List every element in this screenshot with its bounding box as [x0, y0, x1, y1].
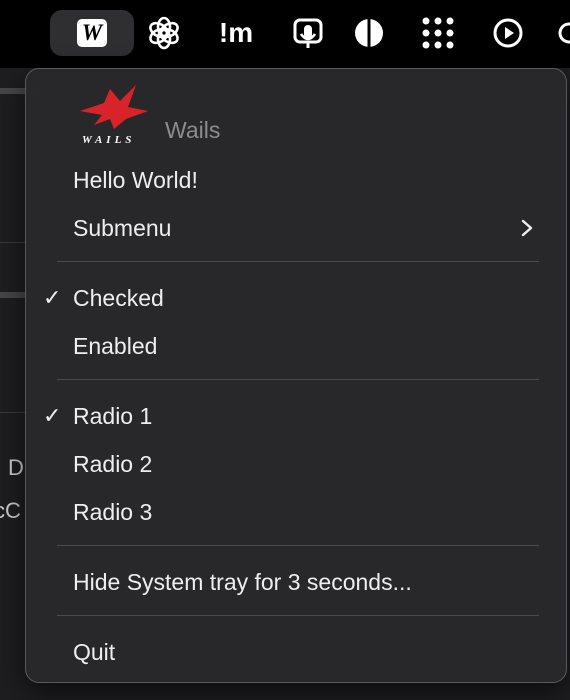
bg-text: cC [0, 498, 21, 523]
app-header: WAILS Wails [76, 81, 376, 147]
menu-item-label: Checked [73, 284, 164, 311]
overflow-icon-svg [558, 22, 570, 44]
grid-dots-icon-svg [422, 17, 454, 49]
grid-dots-icon[interactable] [415, 10, 461, 56]
menu-item-radio-3[interactable]: Radio 3 [26, 490, 566, 534]
voice-memo-icon-svg [293, 18, 323, 48]
menu-item-label: Radio 3 [73, 498, 153, 525]
menu-item-radio-1[interactable]: ✓ Radio 1 [26, 394, 566, 438]
tray-menu: WAILS Wails Hello World! Submenu ✓ Check… [25, 68, 567, 683]
menu-item-label: Quit [73, 638, 116, 665]
menu-separator [57, 615, 539, 616]
menu-separator [57, 261, 539, 262]
openai-icon-svg [149, 16, 179, 50]
menu-item-label: Radio 1 [73, 402, 153, 429]
menu-item-radio-2[interactable]: Radio 2 [26, 442, 566, 486]
checkmark-icon: ✓ [43, 285, 62, 310]
openai-icon[interactable] [141, 10, 187, 56]
menu-item-enabled[interactable]: Enabled [26, 324, 566, 368]
play-circle-icon[interactable] [485, 10, 531, 56]
menu-item-hello-world[interactable]: Hello World! [26, 158, 566, 202]
voice-memo-icon[interactable] [285, 10, 331, 56]
app-name: Wails [165, 117, 221, 143]
menu-separator [57, 379, 539, 380]
play-circle-icon-svg [493, 18, 523, 48]
menu-item-label: Hide System tray for 3 seconds... [73, 568, 412, 595]
contrast-icon-svg [355, 18, 383, 48]
menu-bar: W !m [0, 0, 570, 68]
menu-item-checked[interactable]: ✓ Checked [26, 276, 566, 320]
wails-tray-icon[interactable]: W [50, 10, 134, 56]
im-icon[interactable]: !m [212, 10, 260, 56]
menu-item-hide-tray[interactable]: Hide System tray for 3 seconds... [26, 560, 566, 604]
im-icon-label: !m [218, 17, 254, 48]
wails-badge: W [77, 19, 107, 47]
menu-separator [57, 545, 539, 546]
menu-item-label: Radio 2 [73, 450, 153, 477]
chevron-right-icon [521, 219, 533, 237]
menu-item-submenu[interactable]: Submenu [26, 206, 566, 250]
checkmark-icon: ✓ [43, 403, 62, 428]
menu-item-label: Enabled [73, 332, 158, 359]
menu-item-label: Submenu [73, 214, 172, 241]
menu-item-label: Hello World! [73, 166, 198, 193]
overflow-icon[interactable] [548, 10, 570, 56]
contrast-icon[interactable] [346, 10, 392, 56]
bg-text: D [8, 455, 24, 480]
wails-logo-icon: WAILS [80, 85, 148, 146]
menu-item-quit[interactable]: Quit [26, 630, 566, 674]
screen: D cC W !m [0, 0, 570, 700]
wails-logo-text: WAILS [82, 134, 135, 146]
